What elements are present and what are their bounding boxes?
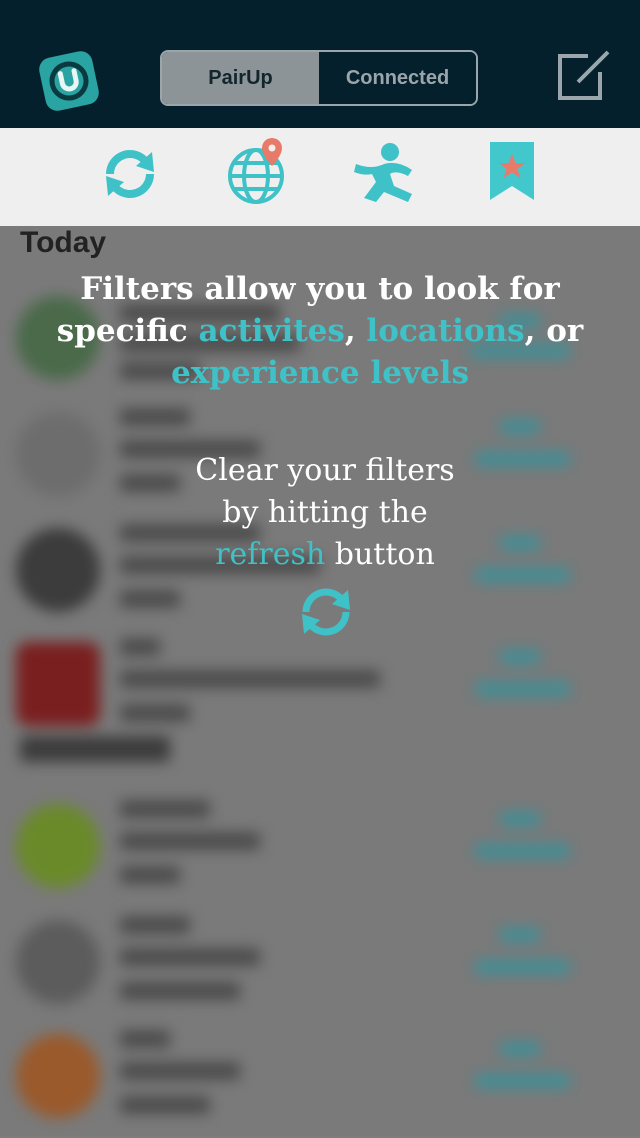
segmented-control: PairUp Connected: [160, 50, 478, 106]
section-header-today: Today: [20, 226, 107, 259]
bookmark-star-icon[interactable]: [488, 142, 536, 204]
filters-tip-line1: Filters allow you to look for: [80, 271, 560, 307]
refresh-icon[interactable]: [100, 144, 160, 204]
list-item[interactable]: [0, 792, 640, 908]
segment-pairup[interactable]: PairUp: [162, 52, 319, 104]
list-item[interactable]: [0, 908, 640, 1024]
filters-tip-text: Filters allow you to look for specific a…: [20, 268, 620, 394]
refresh-tip-line2: by hitting the: [222, 495, 428, 530]
avatar: [16, 528, 100, 612]
avatar: [16, 1034, 100, 1118]
avatar: [16, 920, 100, 1004]
avatar: [16, 804, 100, 888]
highlight-experience-levels: experience levels: [171, 355, 469, 391]
app-logo-icon[interactable]: [38, 50, 100, 112]
compose-icon[interactable]: [552, 46, 612, 106]
highlight-refresh: refresh: [215, 537, 326, 572]
highlight-locations: locations: [366, 313, 525, 349]
top-navigation-bar: PairUp Connected: [0, 0, 640, 128]
filter-bar: [0, 128, 640, 226]
highlight-activities: activites: [198, 313, 345, 349]
refresh-tip-text: Clear your filters by hitting the refres…: [100, 450, 550, 576]
section-header-tomorrow: [20, 736, 170, 762]
avatar: [16, 642, 100, 726]
list-item[interactable]: [0, 630, 640, 746]
filters-tip-line2: specific activites, locations, or: [56, 313, 584, 349]
activity-person-icon[interactable]: [350, 142, 420, 206]
globe-location-icon[interactable]: [226, 136, 290, 206]
list-item[interactable]: [0, 1022, 640, 1138]
overlay-refresh-icon: [302, 588, 350, 636]
segment-connected[interactable]: Connected: [319, 52, 476, 104]
avatar: [16, 412, 100, 496]
refresh-tip-line1: Clear your filters: [195, 453, 455, 488]
refresh-tip-line3: refresh button: [215, 537, 435, 572]
